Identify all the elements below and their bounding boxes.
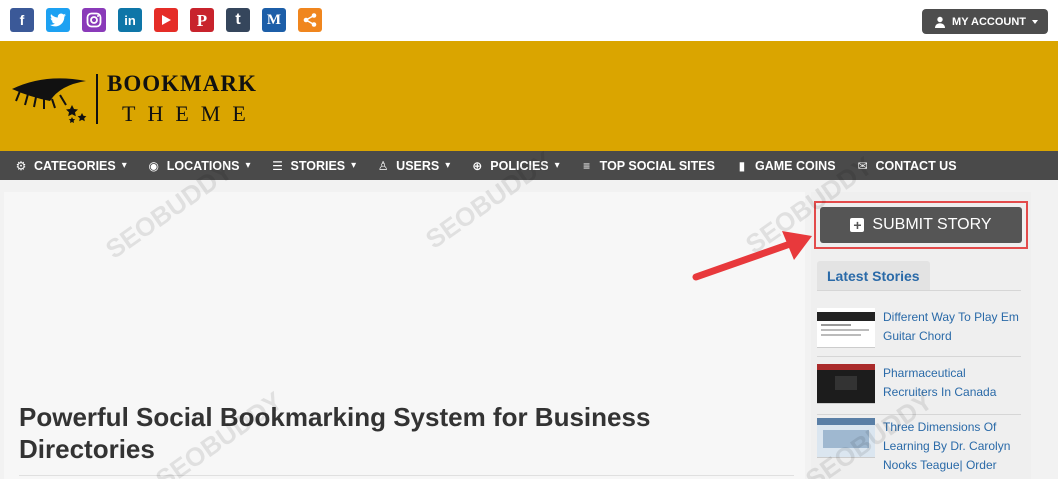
story-link[interactable]: Pharmaceutical Recruiters In Canada [883,364,1021,404]
nav-game-coins[interactable]: ▮ GAME COINS [735,159,836,173]
pinterest-icon[interactable]: P [190,8,214,32]
nav-item-label: POLICIES [490,158,549,173]
page-title: Powerful Social Bookmarking System for B… [19,402,651,464]
caret-down-icon: ▾ [554,160,560,171]
site-logo[interactable]: BOOKMARK THEME [10,71,270,131]
main-content: Powerful Social Bookmarking System for B… [4,192,805,479]
divider [817,414,1021,415]
coin-icon: ▮ [738,158,746,173]
main-nav: ⚙ CATEGORIES ▾ ◉ LOCATIONS ▾ ☰ STORIES ▾… [0,151,1058,180]
story-thumbnail[interactable] [817,418,875,458]
nav-top-social-sites[interactable]: ≡ TOP SOCIAL SITES [580,159,715,173]
submit-story-button[interactable]: + SUBMIT STORY [820,207,1022,243]
submit-story-label: SUBMIT STORY [872,216,992,233]
divider [817,290,1021,291]
user-icon: ♙ [377,158,389,173]
nav-item-label: STORIES [290,158,346,173]
logo-divider [96,74,98,124]
site-header: BOOKMARK THEME [0,41,1058,151]
instagram-icon[interactable] [82,8,106,32]
linkedin-icon[interactable]: in [118,8,142,32]
list-item[interactable]: Different Way To Play Em Guitar Chord [817,308,1021,348]
caret-down-icon: ▾ [351,160,357,171]
list-item[interactable]: Pharmaceutical Recruiters In Canada [817,364,1021,404]
gears-icon: ⚙ [15,158,27,173]
sidebar: + SUBMIT STORY Latest Stories Different … [811,192,1031,479]
list-icon: ☰ [272,158,283,173]
nav-item-label: GAME COINS [754,158,836,173]
top-bar: f in P t M MY ACCOUNT [0,0,1058,41]
share-icon[interactable] [298,8,322,32]
story-thumbnail[interactable] [817,308,875,348]
nav-users[interactable]: ♙ USERS ▾ [376,158,451,173]
plus-icon: + [850,218,865,232]
logo-text-line1: BOOKMARK [107,71,257,96]
chevron-down-icon: ▾ [121,160,127,171]
nav-item-label: CONTACT US [875,158,957,173]
nav-policies[interactable]: ⊕ POLICIES ▾ [470,159,559,173]
globe-icon: ◉ [148,158,159,173]
my-account-button[interactable]: MY ACCOUNT [922,9,1048,34]
crosshair-icon: ⊕ [472,158,483,173]
twitter-icon[interactable] [46,8,70,32]
story-link[interactable]: Three Dimensions Of Learning By Dr. Caro… [883,418,1021,475]
story-link[interactable]: Different Way To Play Em Guitar Chord [883,308,1021,348]
lines-icon: ≡ [583,158,591,173]
nav-item-label: CATEGORIES [34,158,116,173]
nav-item-label: LOCATIONS [166,158,240,173]
envelope-icon: ✉ [857,158,868,173]
tumblr-icon[interactable]: t [226,8,250,32]
list-item[interactable]: Three Dimensions Of Learning By Dr. Caro… [817,418,1021,475]
divider [817,356,1021,357]
nav-locations[interactable]: ◉ LOCATIONS ▾ [147,159,251,173]
my-account-label: MY ACCOUNT [952,15,1026,28]
submit-story-highlight: + SUBMIT STORY [814,201,1028,249]
eye-lash-logo-icon [12,78,87,123]
annotation-arrow-icon [692,231,812,281]
nav-contact-us[interactable]: ✉ CONTACT US [856,159,957,173]
youtube-icon[interactable] [154,8,178,32]
story-thumbnail[interactable] [817,364,875,404]
logo-text-line2: THEME [122,101,258,126]
facebook-icon[interactable]: f [10,8,34,32]
nav-categories[interactable]: ⚙ CATEGORIES ▾ [14,159,127,173]
nav-item-label: TOP SOCIAL SITES [599,158,715,173]
latest-stories-tab[interactable]: Latest Stories [817,261,930,290]
divider [19,475,794,476]
user-icon [935,16,946,28]
nav-stories[interactable]: ☰ STORIES ▾ [270,159,356,173]
caret-down-icon: ▾ [445,160,451,171]
medium-icon[interactable]: M [262,8,286,32]
caret-down-icon [1032,19,1038,24]
social-links: f in P t M [10,8,322,32]
chevron-down-icon: ▾ [245,160,251,171]
nav-item-label: USERS [396,158,440,173]
